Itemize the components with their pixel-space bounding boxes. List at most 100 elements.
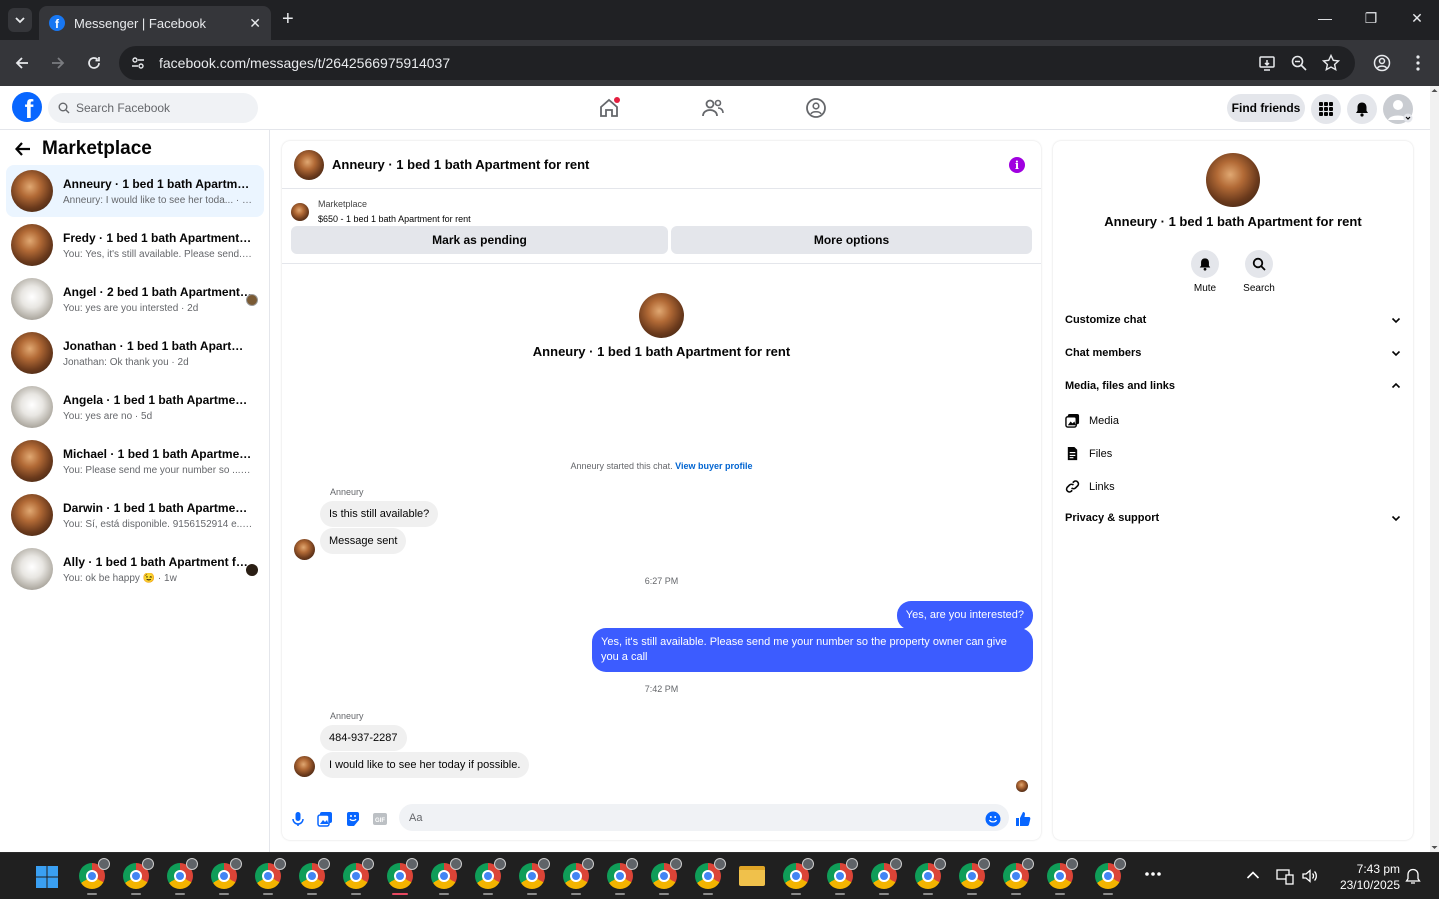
photo-icon[interactable] bbox=[317, 811, 333, 827]
view-buyer-profile-link[interactable]: View buyer profile bbox=[675, 461, 752, 471]
conversation-item[interactable]: Anneury · 1 bed 1 bath Apartment for ren… bbox=[6, 165, 264, 217]
chrome-taskbar-icon[interactable] bbox=[343, 858, 374, 889]
address-bar[interactable]: facebook.com/messages/t/2642566975914037 bbox=[119, 46, 1355, 80]
mark-as-pending-button[interactable]: Mark as pending bbox=[291, 226, 668, 254]
more-apps-icon[interactable] bbox=[1144, 871, 1162, 877]
network-icon[interactable] bbox=[1276, 867, 1294, 885]
groups-icon[interactable] bbox=[804, 96, 828, 120]
listing-summary[interactable]: Marketplace $650 - 1 bed 1 bath Apartment… bbox=[291, 197, 471, 227]
chrome-taskbar-icon[interactable] bbox=[299, 858, 330, 889]
facebook-logo-icon[interactable]: f bbox=[12, 92, 42, 122]
chrome-taskbar-icon[interactable] bbox=[959, 858, 990, 889]
sticker-icon[interactable] bbox=[345, 811, 361, 827]
incoming-message[interactable]: Is this still available? bbox=[320, 501, 439, 527]
incoming-message[interactable]: Message sent bbox=[320, 528, 407, 554]
conversation-item[interactable]: Darwin · 1 bed 1 bath Apartment for rent… bbox=[6, 489, 264, 541]
menu-dots-icon[interactable] bbox=[1409, 54, 1427, 72]
incoming-message[interactable]: 484-937-2287 bbox=[320, 725, 407, 751]
forward-button[interactable] bbox=[47, 52, 69, 74]
reload-button[interactable] bbox=[83, 52, 105, 74]
friends-icon[interactable] bbox=[701, 96, 725, 120]
bookmark-star-icon[interactable] bbox=[1322, 54, 1340, 72]
conversation-item[interactable]: Angela · 1 bed 1 bath Apartment for rent… bbox=[6, 381, 264, 433]
chat-title[interactable]: Anneury · 1 bed 1 bath Apartment for ren… bbox=[332, 157, 589, 172]
browser-tab[interactable]: f Messenger | Facebook ✕ bbox=[39, 6, 271, 40]
back-button[interactable] bbox=[11, 52, 33, 74]
notification-bell-icon[interactable] bbox=[1405, 868, 1421, 886]
restore-icon[interactable]: ❐ bbox=[1361, 10, 1381, 27]
scroll-down-icon[interactable] bbox=[1430, 843, 1439, 852]
conversation-item[interactable]: Fredy · 1 bed 1 bath Apartment for rent Y… bbox=[6, 219, 264, 271]
find-friends-button[interactable]: Find friends bbox=[1227, 94, 1305, 122]
more-options-button[interactable]: More options bbox=[671, 226, 1032, 254]
chrome-taskbar-icon[interactable] bbox=[1003, 858, 1034, 889]
back-arrow-icon[interactable] bbox=[14, 140, 32, 158]
windows-start-icon[interactable] bbox=[35, 865, 59, 889]
window-close-icon[interactable]: ✕ bbox=[1407, 10, 1427, 27]
conversation-item[interactable]: Angel · 2 bed 1 bath Apartment for rent Y… bbox=[6, 273, 264, 325]
facebook-search-input[interactable]: Search Facebook bbox=[48, 93, 258, 123]
search-icon bbox=[1252, 257, 1266, 271]
chrome-taskbar-icon[interactable] bbox=[431, 858, 462, 889]
conversation-item[interactable]: Michael · 1 bed 1 bath Apartment for ren… bbox=[6, 435, 264, 487]
emoji-icon[interactable] bbox=[985, 811, 1001, 827]
chat-members-row[interactable]: Chat members bbox=[1065, 347, 1401, 359]
chrome-taskbar-icon[interactable] bbox=[871, 858, 902, 889]
message-input[interactable]: Aa bbox=[399, 804, 1009, 831]
chrome-taskbar-icon[interactable] bbox=[1095, 858, 1126, 889]
chrome-taskbar-icon[interactable] bbox=[827, 858, 858, 889]
volume-icon[interactable] bbox=[1301, 867, 1319, 885]
tab-search-button[interactable] bbox=[8, 8, 32, 32]
minimize-icon[interactable]: — bbox=[1315, 10, 1335, 26]
avatar[interactable] bbox=[294, 149, 324, 180]
chrome-taskbar-icon[interactable] bbox=[783, 858, 814, 889]
outgoing-message[interactable]: Yes, it's still available. Please send m… bbox=[592, 628, 1033, 672]
chrome-taskbar-icon[interactable] bbox=[123, 858, 154, 889]
chrome-taskbar-icon[interactable] bbox=[475, 858, 506, 889]
file-explorer-icon[interactable] bbox=[739, 866, 765, 886]
microphone-icon[interactable] bbox=[290, 811, 306, 827]
info-icon[interactable]: i bbox=[1009, 157, 1025, 173]
chrome-taskbar-icon[interactable] bbox=[387, 858, 418, 889]
privacy-support-row[interactable]: Privacy & support bbox=[1065, 512, 1401, 524]
zoom-icon[interactable] bbox=[1290, 54, 1308, 72]
page-scrollbar[interactable] bbox=[1430, 86, 1439, 852]
chrome-taskbar-icon[interactable] bbox=[519, 858, 550, 889]
chrome-taskbar-icon[interactable] bbox=[607, 858, 638, 889]
chrome-taskbar-icon[interactable] bbox=[563, 858, 594, 889]
mute-button[interactable]: Mute bbox=[1185, 250, 1225, 294]
chrome-taskbar-icon[interactable] bbox=[167, 858, 198, 889]
notifications-button[interactable] bbox=[1347, 94, 1377, 124]
chrome-taskbar-icon[interactable] bbox=[211, 858, 242, 889]
home-icon[interactable] bbox=[597, 96, 621, 120]
conversation-item[interactable]: Ally · 1 bed 1 bath Apartment for rent Yo… bbox=[6, 543, 264, 595]
new-tab-button[interactable]: + bbox=[282, 9, 294, 29]
chrome-taskbar-icon[interactable] bbox=[915, 858, 946, 889]
customize-chat-row[interactable]: Customize chat bbox=[1065, 314, 1401, 326]
account-avatar[interactable] bbox=[1383, 94, 1413, 124]
clock-date: 23/10/2025 bbox=[1339, 878, 1400, 892]
chrome-taskbar-icon[interactable] bbox=[79, 858, 110, 889]
system-clock[interactable]: 7:43 pm 23/10/2025 bbox=[1330, 861, 1400, 893]
conversation-item[interactable]: Jonathan · 1 bed 1 bath Apartment for re… bbox=[6, 327, 264, 379]
thumbs-up-icon[interactable] bbox=[1015, 811, 1031, 827]
chrome-taskbar-icon[interactable] bbox=[651, 858, 682, 889]
outgoing-message[interactable]: Yes, are you interested? bbox=[896, 601, 1033, 630]
chrome-taskbar-icon[interactable] bbox=[1047, 858, 1078, 889]
search-in-chat-button[interactable]: Search bbox=[1239, 250, 1279, 294]
media-item[interactable]: Media bbox=[1065, 413, 1119, 428]
links-item[interactable]: Links bbox=[1065, 479, 1115, 494]
files-item[interactable]: Files bbox=[1065, 446, 1112, 461]
profile-avatar[interactable] bbox=[1206, 153, 1260, 207]
gif-icon[interactable]: GIF bbox=[372, 811, 388, 827]
menu-grid-button[interactable] bbox=[1311, 94, 1341, 124]
chrome-taskbar-icon[interactable] bbox=[255, 858, 286, 889]
install-app-icon[interactable] bbox=[1258, 54, 1276, 72]
tab-close-icon[interactable]: ✕ bbox=[249, 15, 261, 32]
chrome-taskbar-icon[interactable] bbox=[695, 858, 726, 889]
scroll-up-icon[interactable] bbox=[1430, 86, 1439, 95]
profile-icon[interactable] bbox=[1373, 54, 1391, 72]
media-files-links-row[interactable]: Media, files and links bbox=[1065, 380, 1401, 392]
incoming-message[interactable]: I would like to see her today if possibl… bbox=[320, 752, 530, 778]
tray-chevron-up-icon[interactable] bbox=[1246, 870, 1260, 880]
